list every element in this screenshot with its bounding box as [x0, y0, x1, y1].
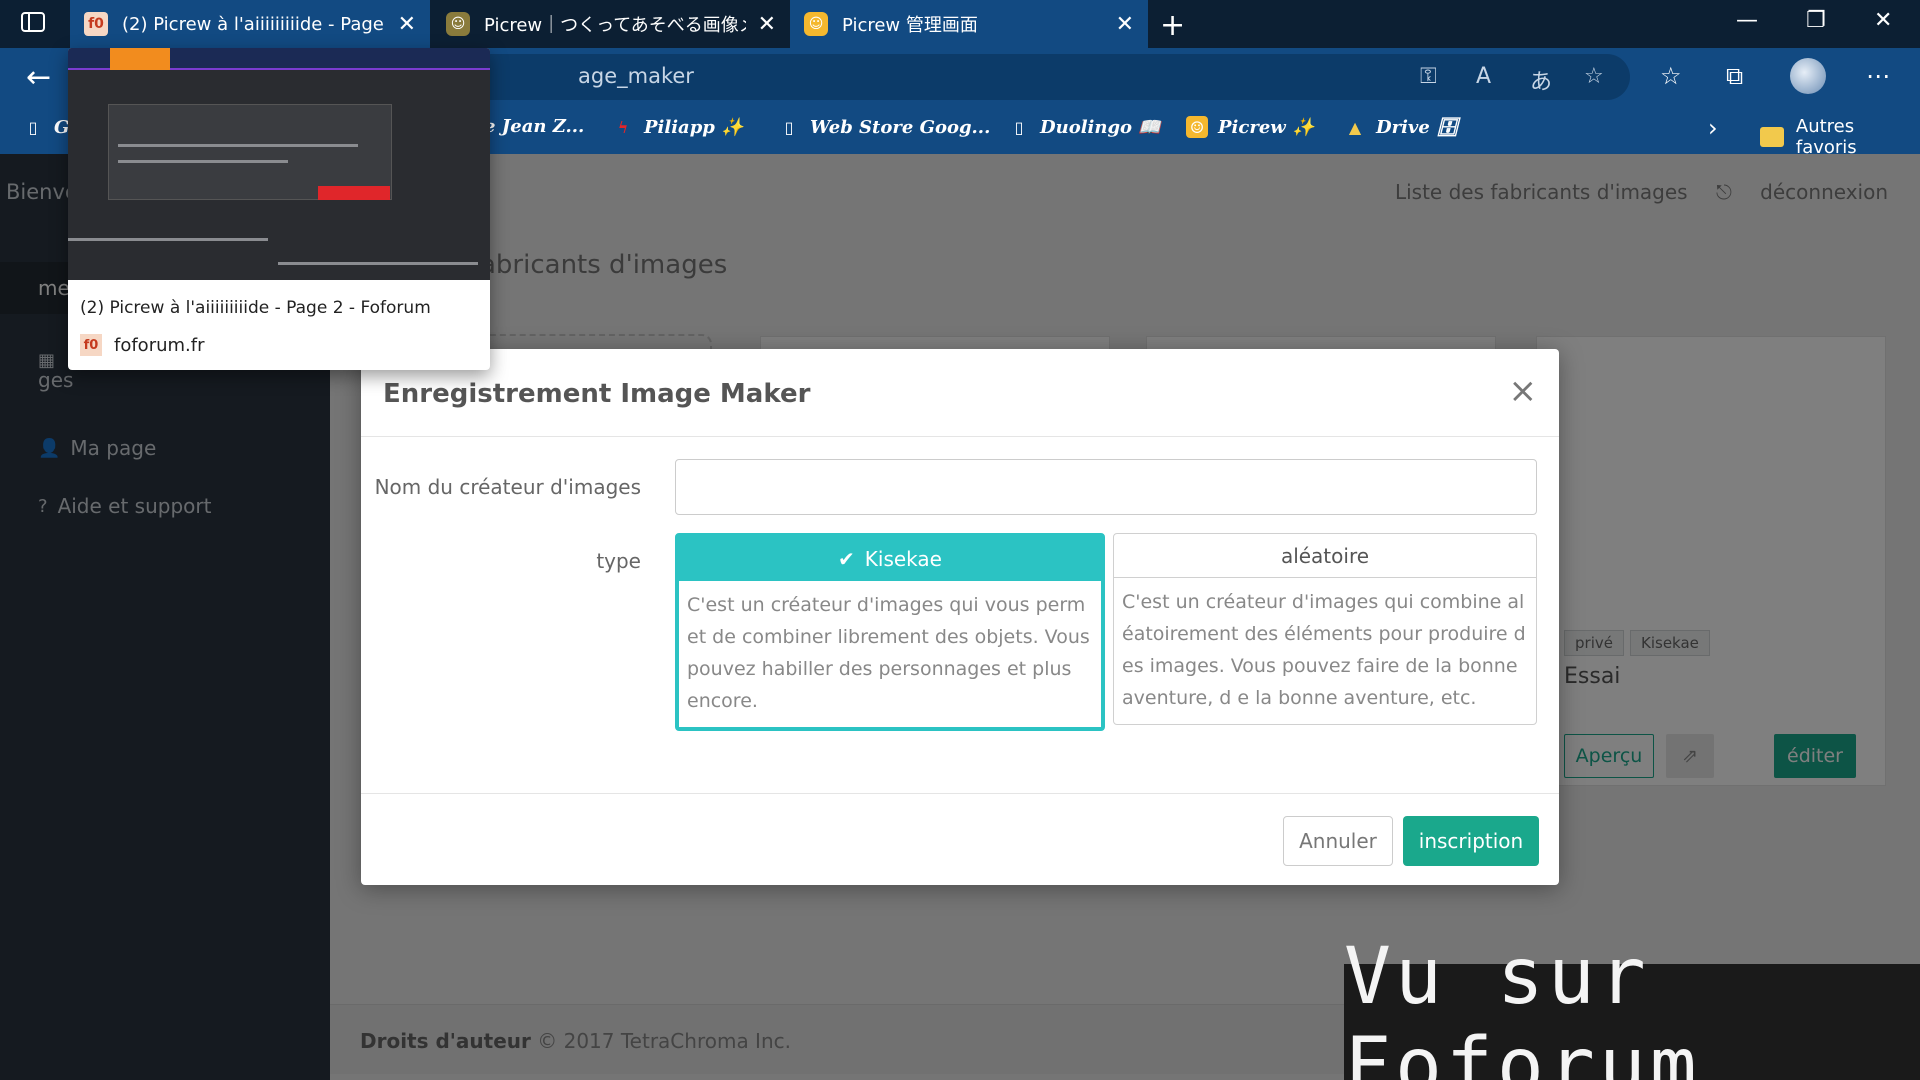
translate-icon[interactable]: あ	[1530, 64, 1552, 96]
tab-picrew-admin[interactable]: ☺ Picrew 管理画面 ✕	[790, 0, 1148, 48]
picrew-favicon-icon: ☺	[446, 12, 470, 36]
tab-bar: f0 (2) Picrew à l'aiiiiiiiiide - Page 2 …	[0, 0, 1920, 48]
thumb-post-button	[318, 186, 390, 200]
thumb-footer-links	[278, 262, 478, 265]
read-aloud-icon[interactable]: A	[1476, 64, 1491, 89]
drive-icon: ▲	[1348, 117, 1362, 137]
check-icon: ✔	[838, 547, 855, 571]
restore-icon[interactable]: ❐	[1806, 8, 1826, 33]
favorite-item[interactable]: e Jean Z...	[484, 116, 584, 137]
cancel-button[interactable]: Annuler	[1283, 816, 1393, 866]
foforum-favicon-icon: f0	[84, 12, 108, 36]
option-header: aléatoire	[1114, 534, 1536, 578]
preview-domain: f0 foforum.fr	[80, 334, 205, 356]
favorite-item[interactable]: ▯ Web Store Goog...	[778, 116, 991, 138]
page-icon: ▯	[28, 117, 38, 137]
option-header: ✔ Kisekae	[679, 537, 1101, 581]
page-icon: ▯	[1014, 117, 1024, 137]
modal-title: Enregistrement Image Maker	[383, 379, 811, 409]
modal-header: Enregistrement Image Maker ×	[361, 349, 1559, 437]
picrew-favicon-icon: ☺	[804, 12, 828, 36]
tab-title: Picrew 管理画面	[842, 15, 978, 36]
favorite-item[interactable]: ϟ Piliapp ✨	[612, 116, 744, 138]
key-icon[interactable]: ⚿	[1420, 64, 1437, 89]
register-maker-modal: Enregistrement Image Maker × Nom du créa…	[361, 349, 1559, 885]
address-text: age_maker	[578, 64, 694, 88]
favorite-item[interactable]: ▲ Drive 🗄	[1344, 116, 1459, 138]
close-window-icon[interactable]: ✕	[1874, 8, 1892, 33]
add-favorite-icon[interactable]: ☆	[1584, 64, 1604, 89]
thumb-text-line	[118, 160, 288, 163]
tab-picrew-home[interactable]: ☺ Picrew｜つくってあそべる画像メーカー ✕	[432, 0, 790, 48]
name-label: Nom du créateur d'images	[374, 475, 641, 499]
collections-icon[interactable]: ⧉	[1726, 62, 1743, 90]
other-favorites[interactable]: Autres favoris	[1760, 116, 1920, 158]
preview-thumbnail	[68, 48, 490, 280]
favorites-icon[interactable]: ☆	[1660, 62, 1682, 90]
tab-actions-icon[interactable]	[20, 10, 50, 38]
type-label: type	[596, 549, 641, 573]
folder-icon	[1760, 127, 1784, 147]
option-description: C'est un créateur d'images qui vous perm…	[687, 594, 1090, 712]
tab-foforum[interactable]: f0 (2) Picrew à l'aiiiiiiiiide - Page 2 …	[70, 0, 430, 48]
lightning-icon: ϟ	[617, 117, 629, 137]
thumb-breadcrumb	[68, 238, 268, 241]
close-tab-icon[interactable]: ✕	[758, 12, 776, 37]
favorite-item[interactable]: ▯ Duolingo 📖	[1008, 116, 1161, 138]
close-tab-icon[interactable]: ✕	[398, 12, 416, 37]
option-description: C'est un créateur d'images qui combine a…	[1122, 591, 1526, 709]
back-arrow-icon[interactable]: ←	[26, 60, 51, 95]
type-option-random[interactable]: aléatoire C'est un créateur d'images qui…	[1113, 533, 1537, 725]
foforum-favicon-icon: f0	[80, 334, 102, 356]
tab-title: Picrew｜つくってあそべる画像メーカー	[484, 15, 746, 36]
page-icon: ▯	[784, 117, 794, 137]
tab-title: (2) Picrew à l'aiiiiiiiiide - Page 2 -	[122, 13, 386, 35]
close-tab-icon[interactable]: ✕	[1116, 12, 1134, 37]
minimize-icon[interactable]: —	[1736, 8, 1758, 33]
modal-footer: Annuler inscription	[361, 793, 1559, 885]
maker-name-input[interactable]	[675, 459, 1537, 515]
type-option-kisekae[interactable]: ✔ Kisekae C'est un créateur d'images qui…	[675, 533, 1105, 731]
tab-hover-preview[interactable]: (2) Picrew à l'aiiiiiiiiide - Page 2 - F…	[68, 48, 490, 370]
favorite-item[interactable]: ☺ Picrew ✨	[1186, 116, 1314, 138]
favorite-item[interactable]: ▯ G	[22, 116, 70, 138]
picrew-icon: ☺	[1186, 116, 1208, 138]
preview-title: (2) Picrew à l'aiiiiiiiiide - Page 2 - F…	[80, 298, 431, 318]
profile-avatar[interactable]	[1790, 58, 1826, 94]
register-button[interactable]: inscription	[1403, 816, 1539, 866]
new-tab-icon[interactable]: +	[1160, 8, 1185, 43]
close-icon[interactable]: ×	[1509, 371, 1538, 411]
thumb-text-line	[118, 144, 358, 147]
watermark: Vu sur Foforum	[1344, 932, 1920, 1080]
more-menu-icon[interactable]: ⋯	[1866, 62, 1890, 90]
chevron-right-icon[interactable]: ›	[1708, 114, 1718, 142]
thumb-nav-forums	[110, 48, 170, 70]
